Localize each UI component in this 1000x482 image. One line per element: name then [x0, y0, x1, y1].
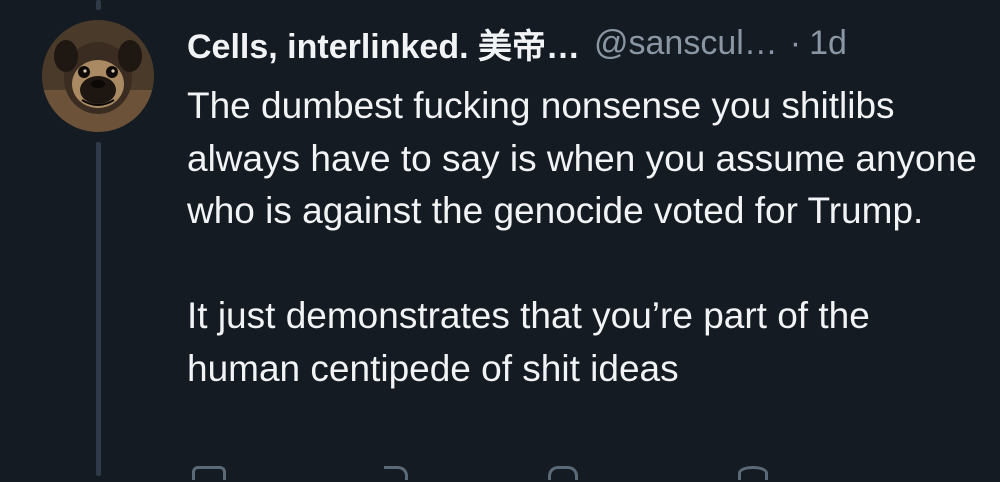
reply-icon[interactable] [192, 466, 226, 480]
like-icon[interactable] [548, 466, 578, 480]
post-paragraph: The dumbest fucking nonsense you shitlib… [187, 85, 977, 231]
action-bar [0, 462, 1000, 482]
post-body: The dumbest fucking nonsense you shitlib… [187, 80, 977, 395]
post-timestamp[interactable]: 1d [809, 24, 847, 63]
pug-dog-avatar-icon [42, 20, 154, 132]
author-handle[interactable]: @sanscul… [594, 24, 778, 63]
repost-icon[interactable] [384, 466, 408, 480]
thread-line-top [96, 0, 101, 10]
thread-line-bottom [96, 142, 101, 476]
more-icon[interactable] [738, 466, 768, 480]
post-paragraph: It just demonstrates that you’re part of… [187, 295, 870, 389]
author-display-name[interactable]: Cells, interlinked. 美帝… [187, 19, 580, 68]
avatar[interactable] [42, 20, 154, 132]
separator-dot: · [789, 23, 802, 62]
post-header: Cells, interlinked. 美帝… @sanscul… · 1d [187, 18, 847, 68]
